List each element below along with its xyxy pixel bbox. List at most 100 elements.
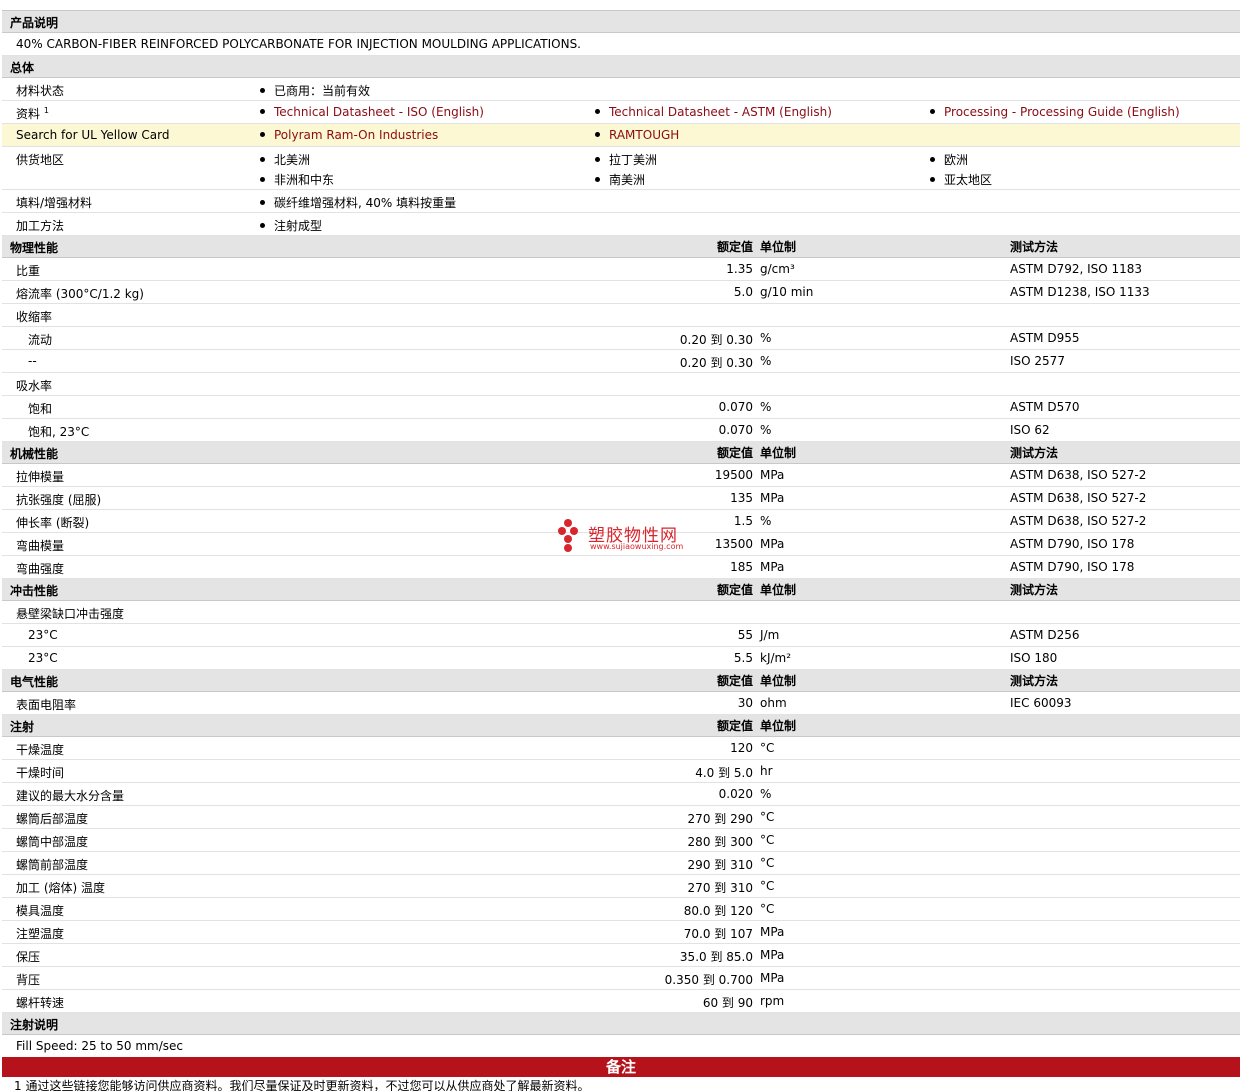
property-label: -- [28, 354, 37, 368]
property-value: 30 [737, 696, 753, 710]
column-header-test: 测试方法 [1010, 240, 1059, 254]
regions-row: 供货地区 北美洲 拉丁美洲 欧洲 非洲和中东 南美洲 亚太地区 [2, 147, 1240, 190]
property-test-method: IEC 60093 [1010, 696, 1072, 710]
process-row: 加工方法 注射成型 [2, 213, 1240, 236]
footnote: 1 通过这些链接您能够访问供应商资料。我们尽量保证及时更新资料，不过您可以从供应… [2, 1077, 1240, 1091]
property-unit: kJ/m² [760, 651, 792, 665]
property-label: 建议的最大水分含量 [16, 789, 125, 803]
property-test-method: ASTM D955 [1010, 331, 1080, 345]
property-row: 注塑温度 70.0 到 107 MPa [2, 921, 1240, 944]
property-unit: MPa [760, 468, 785, 482]
document-link-iso[interactable]: Technical Datasheet - ISO (English) [274, 105, 484, 119]
property-sections: 物理性能 额定值 单位制 测试方法 比重 1.35 g/cm³ ASTM D792, ISO … [2, 236, 1240, 1013]
column-header-unit: 单位制 [760, 719, 797, 733]
property-label: 弯曲强度 [16, 562, 65, 576]
property-row: 吸水率 [2, 373, 1240, 396]
property-value: 1.35 [726, 262, 753, 276]
property-value: 0.070 [718, 423, 753, 437]
property-label: 螺筒后部温度 [16, 812, 89, 826]
property-row: 比重 1.35 g/cm³ ASTM D792, ISO 1183 [2, 258, 1240, 281]
watermark-url: www.sujiaowuxing.com [590, 542, 684, 551]
section-header-impact: 冲击性能 额定值 单位制 测试方法 [2, 579, 1240, 601]
property-test-method: ASTM D790, ISO 178 [1010, 537, 1135, 551]
property-row: -- 0.20 到 0.30% ISO 2577 [2, 350, 1240, 373]
property-label: 干燥时间 [16, 766, 65, 780]
property-label: 流动 [28, 333, 53, 347]
document-link-processing[interactable]: Processing - Processing Guide (English) [944, 105, 1180, 119]
ul-link-ramtough[interactable]: RAMTOUGH [609, 128, 679, 142]
property-test-method: ASTM D256 [1010, 628, 1080, 642]
property-label: 螺筒前部温度 [16, 858, 89, 872]
property-unit: % [760, 787, 772, 801]
region-item: 非洲和中东 [260, 171, 334, 188]
property-value: 120 [730, 741, 753, 755]
property-unit: °C [760, 902, 775, 916]
bullet-icon [260, 132, 265, 137]
property-row: 23°C 55 J/m ASTM D256 [2, 624, 1240, 647]
property-unit: MPa [760, 971, 785, 985]
property-value: 0.020 [718, 787, 753, 801]
document-item: Technical Datasheet - ISO (English) [260, 105, 484, 119]
section-title: 电气性能 [10, 675, 59, 689]
material-status-item: 已商用：当前有效 [260, 82, 370, 99]
column-header-unit: 单位制 [760, 583, 797, 597]
watermark-logo: 塑胶物性网 www.sujiaowuxing.com [558, 519, 698, 555]
bullet-icon [595, 109, 600, 114]
property-label: 干燥温度 [16, 743, 65, 757]
process-label: 加工方法 [16, 219, 65, 233]
property-row: 收缩率 [2, 304, 1240, 327]
property-label: 螺筒中部温度 [16, 835, 89, 849]
ul-item: Polyram Ram-On Industries [260, 128, 438, 142]
property-row: 饱和 0.070% ASTM D570 [2, 396, 1240, 419]
property-unit: MPa [760, 948, 785, 962]
bullet-icon [595, 177, 600, 182]
property-test-method: ASTM D638, ISO 527-2 [1010, 468, 1147, 482]
regions-label: 供货地区 [16, 153, 65, 167]
property-label: 背压 [16, 973, 41, 987]
property-label: 抗张强度 (屈服) [16, 493, 102, 507]
column-header-value: 额定值 [716, 674, 753, 688]
section-title: 物理性能 [10, 241, 59, 255]
filler-item: 碳纤维增强材料, 40% 填料按重量 [260, 194, 456, 211]
property-label: 模具温度 [16, 904, 65, 918]
document-link-astm[interactable]: Technical Datasheet - ASTM (English) [609, 105, 832, 119]
section-title: 注射说明 [10, 1018, 59, 1032]
description-text: 40% CARBON-FIBER REINFORCED POLYCARBONAT… [16, 37, 581, 51]
property-row: 悬壁梁缺口冲击强度 [2, 601, 1240, 624]
ul-card-label: Search for UL Yellow Card [16, 128, 170, 142]
property-value: 290 到 310 [687, 858, 753, 872]
property-value: 5.5 [733, 651, 753, 665]
region-item: 亚太地区 [930, 171, 992, 188]
notes-banner: 备注 [2, 1057, 1240, 1077]
section-header-general: 总体 [2, 56, 1240, 78]
property-test-method: ASTM D792, ISO 1183 [1010, 262, 1143, 276]
section-header-electrical: 电气性能 额定值 单位制 测试方法 [2, 670, 1240, 692]
property-test-method: ASTM D638, ISO 527-2 [1010, 491, 1147, 505]
property-row: 表面电阻率 30 ohm IEC 60093 [2, 692, 1240, 715]
property-test-method: ASTM D1238, ISO 1133 [1010, 285, 1150, 299]
material-status-label: 材料状态 [16, 84, 65, 98]
property-unit: MPa [760, 925, 785, 939]
property-label: 弯曲模量 [16, 539, 65, 553]
column-header-test: 测试方法 [1010, 583, 1059, 597]
property-label: 饱和, 23°C [28, 425, 90, 439]
section-title: 注射 [10, 720, 35, 734]
bullet-icon [595, 132, 600, 137]
property-row: 抗张强度 (屈服) 135 MPa ASTM D638, ISO 527-2 [2, 487, 1240, 510]
property-value: 13500 [714, 537, 753, 551]
section-title: 冲击性能 [10, 584, 59, 598]
ul-link-polyram[interactable]: Polyram Ram-On Industries [274, 128, 438, 142]
column-header-unit: 单位制 [760, 446, 797, 460]
property-label: 23°C [28, 651, 58, 665]
documents-label: 资料 1 [16, 106, 49, 121]
column-header-value: 额定值 [716, 446, 753, 460]
section-title: 产品说明 [10, 16, 59, 30]
property-unit: ohm [760, 696, 787, 710]
region-item: 南美洲 [595, 171, 645, 188]
property-row: 流动 0.20 到 0.30% ASTM D955 [2, 327, 1240, 350]
filler-row: 填料/增强材料 碳纤维增强材料, 40% 填料按重量 [2, 190, 1240, 213]
property-row: 模具温度 80.0 到 120 °C [2, 898, 1240, 921]
property-unit: MPa [760, 560, 785, 574]
section-header-injection: 注射 额定值 单位制 [2, 715, 1240, 737]
property-value: 185 [730, 560, 753, 574]
